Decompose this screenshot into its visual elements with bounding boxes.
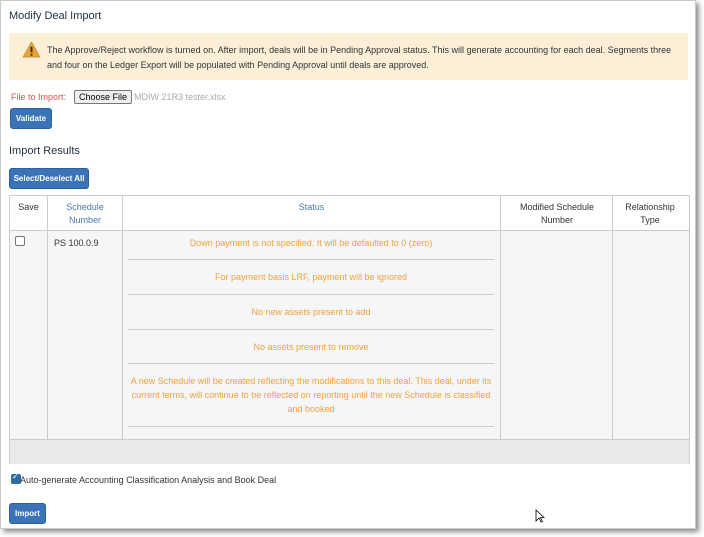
row-save-checkbox[interactable] xyxy=(15,236,25,246)
header-schedule-number[interactable]: Schedule Number xyxy=(62,201,108,227)
table-footer xyxy=(10,439,689,464)
status-divider xyxy=(128,259,494,260)
status-divider xyxy=(128,294,494,295)
schedule-number-cell: PS 100.0.9 xyxy=(54,238,99,248)
import-results-title: Import Results xyxy=(9,145,80,157)
status-divider xyxy=(128,363,494,364)
status-message: Down payment is not specified. It will b… xyxy=(189,238,433,248)
header-status[interactable]: Status xyxy=(123,201,500,214)
status-message: A new Schedule will be created reflectin… xyxy=(130,376,492,414)
auto-generate-label[interactable]: Auto-generate Accounting Classification … xyxy=(20,475,276,485)
import-button[interactable]: Import xyxy=(9,503,46,524)
alert-message: The Approve/Reject workflow is turned on… xyxy=(47,45,672,70)
status-message: No new assets present to add xyxy=(251,307,371,317)
validate-button[interactable]: Validate xyxy=(10,108,52,129)
import-results-table: Save Schedule Number Status Modified Sch… xyxy=(9,195,690,464)
col-modified-schedule-number xyxy=(501,196,613,463)
status-divider xyxy=(128,329,494,330)
header-relationship-type: Relationship Type xyxy=(625,202,675,225)
status-message: For payment basis LRF, payment will be i… xyxy=(214,272,408,282)
mouse-pointer-icon xyxy=(535,509,545,523)
status-message: No assets present to remove xyxy=(253,342,369,352)
choose-file-button[interactable]: Choose File xyxy=(74,90,133,104)
warning-triangle-icon xyxy=(22,41,41,58)
header-save: Save xyxy=(18,202,39,212)
col-schedule-number xyxy=(48,196,123,463)
select-deselect-all-button[interactable]: Select/Deselect All xyxy=(9,168,89,189)
selected-file-name: MDIW 21R3 tester.xlsx xyxy=(134,92,226,102)
modify-deal-import-panel: Modify Deal Import The Approve/Reject wo… xyxy=(0,0,696,529)
status-divider xyxy=(128,426,494,427)
header-modified-schedule-number: Modified Schedule Number xyxy=(519,202,595,225)
page-title: Modify Deal Import xyxy=(9,10,102,22)
file-to-import-label: File to Import: xyxy=(11,92,67,102)
approval-warning-alert: The Approve/Reject workflow is turned on… xyxy=(9,33,688,80)
